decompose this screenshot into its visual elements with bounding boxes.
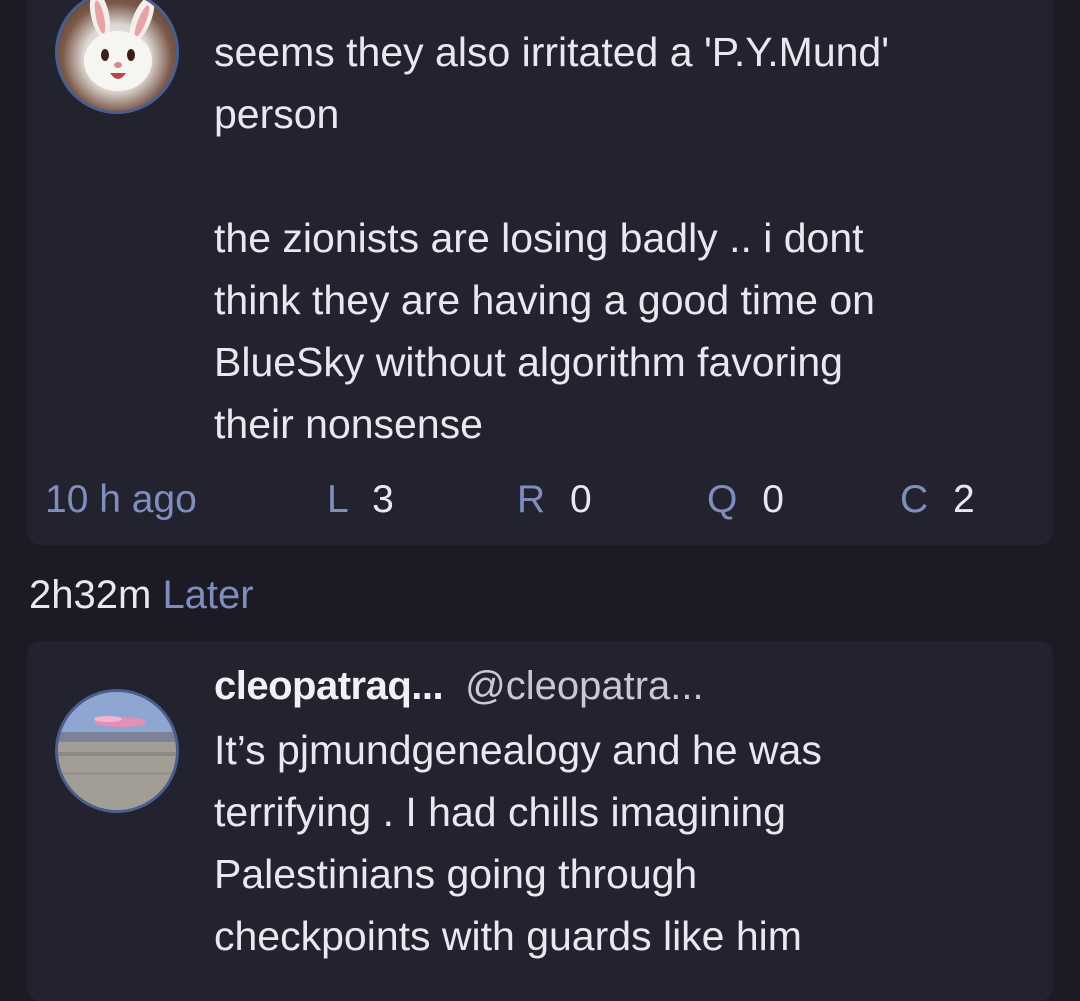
- white-rabbit-icon: [84, 0, 155, 91]
- quotes-stat[interactable]: Q 0: [707, 475, 784, 525]
- quotes-label: Q: [707, 478, 738, 521]
- post-text: seems they also irritated a 'P.Y.Mund' p…: [214, 29, 890, 447]
- post-card[interactable]: cleopatraq... @cleopatra... It’s pjmundge…: [27, 641, 1053, 1001]
- post-card[interactable]: seems they also irritated a 'P.Y.Mund' p…: [27, 0, 1053, 545]
- likes-stat[interactable]: L 3: [327, 475, 394, 525]
- time-gap-duration: 2h32m: [29, 573, 152, 617]
- display-name[interactable]: cleopatraq...: [214, 664, 444, 708]
- time-gap-later: Later: [162, 573, 254, 617]
- user-handle[interactable]: @cleopatra...: [465, 664, 704, 708]
- reposts-count: 0: [570, 478, 592, 521]
- post-header: cleopatraq... @cleopatra...: [214, 661, 704, 711]
- comments-label: C: [900, 478, 929, 521]
- likes-count: 3: [372, 478, 394, 521]
- avatar[interactable]: [55, 689, 179, 813]
- reposts-label: R: [517, 478, 546, 521]
- time-gap-label: 2h32m Later: [29, 570, 254, 620]
- likes-label: L: [327, 478, 348, 521]
- comments-count: 2: [953, 478, 975, 521]
- quotes-count: 0: [762, 478, 784, 521]
- reposts-stat[interactable]: R 0: [517, 475, 592, 525]
- sunset-beach-icon: [58, 692, 176, 810]
- post-meta: 10 h ago L 3 R 0 Q 0 C 2: [45, 475, 1013, 525]
- post-timestamp[interactable]: 10 h ago: [45, 475, 197, 525]
- post-text: It’s pjmundgenealogy and he was terrifyi…: [214, 727, 822, 959]
- comments-stat[interactable]: C 2: [900, 475, 975, 525]
- avatar[interactable]: [55, 0, 179, 114]
